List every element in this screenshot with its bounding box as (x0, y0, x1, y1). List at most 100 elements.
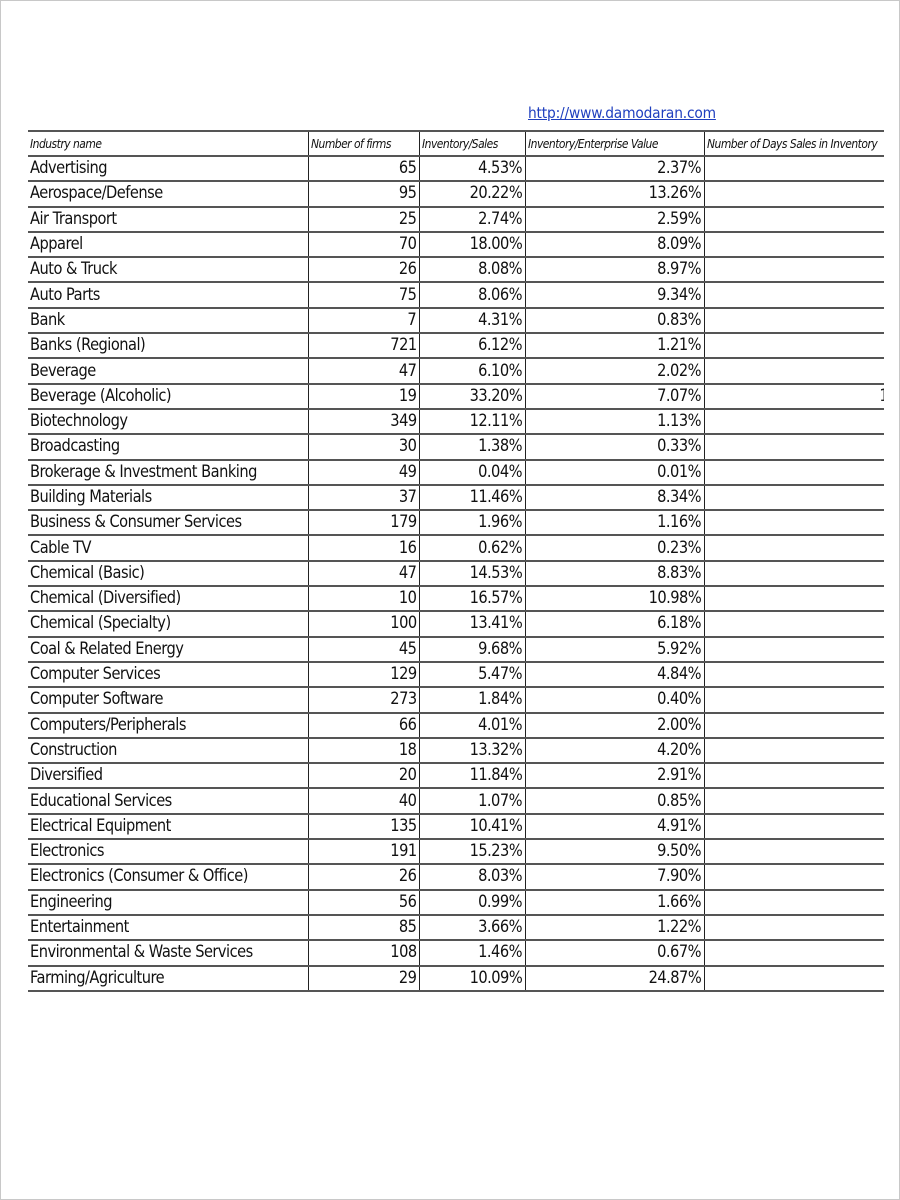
table-row: Computer Software 273 1.84% 0.40% (28, 686, 884, 714)
industry-name-cell: Computer Services (28, 660, 308, 689)
days-sales-inventory-cell (703, 281, 884, 309)
industry-name-cell: Farming/Agriculture (28, 964, 308, 992)
table-row: Chemical (Diversified) 10 16.57% 10.98% (28, 585, 884, 613)
number-of-firms-cell: 179 (307, 509, 419, 537)
inventory-ev-cell: 0.40% (524, 686, 704, 714)
inventory-ev-cell: 1.16% (524, 509, 704, 537)
number-of-firms-cell: 191 (307, 838, 419, 866)
number-of-firms-cell: 26 (307, 256, 419, 284)
number-of-firms-cell: 25 (307, 205, 419, 233)
days-sales-inventory-cell (703, 660, 884, 689)
inventory-sales-cell: 0.99% (418, 888, 525, 916)
number-of-firms-cell: 10 (307, 585, 419, 613)
days-sales-inventory-cell (703, 534, 884, 562)
inventory-ev-cell: 0.01% (524, 458, 704, 486)
table-row: Bank 7 4.31% 0.83% (28, 306, 884, 335)
days-sales-inventory-cell (703, 433, 884, 461)
number-of-firms-cell: 108 (307, 939, 419, 967)
inventory-sales-cell: 4.31% (418, 306, 525, 335)
industry-name-cell: Building Materials (28, 483, 308, 512)
industry-name-cell: Computers/Peripherals (28, 711, 308, 739)
inventory-sales-cell: 11.46% (418, 483, 525, 512)
industry-name-cell: Apparel (28, 230, 308, 259)
industry-name-cell: Broadcasting (28, 433, 308, 461)
table-row: Entertainment 85 3.66% 1.22% (28, 913, 884, 942)
days-sales-inventory-cell (703, 306, 884, 335)
industry-name-cell: Computer Software (28, 686, 308, 714)
inventory-ev-cell: 0.67% (524, 939, 704, 967)
industry-name-cell: Chemical (Diversified) (28, 585, 308, 613)
industry-name-cell: Business & Consumer Services (28, 509, 308, 537)
number-of-firms-cell: 20 (307, 762, 419, 790)
inventory-ev-cell: 2.02% (524, 357, 704, 385)
days-sales-inventory-cell (703, 610, 884, 638)
number-of-firms-cell: 47 (307, 357, 419, 385)
industry-name-cell: Electronics (Consumer & Office) (28, 863, 308, 891)
table-row: Building Materials 37 11.46% 8.34% (28, 483, 884, 512)
inventory-sales-cell: 11.84% (418, 762, 525, 790)
inventory-ev-cell: 0.85% (524, 787, 704, 815)
industry-name-cell: Construction (28, 736, 308, 765)
inventory-sales-cell: 13.41% (418, 610, 525, 638)
industry-inventory-table: Industry name Number of firms Inventory/… (28, 130, 884, 992)
inventory-sales-cell: 3.66% (418, 913, 525, 942)
days-sales-inventory-cell (703, 812, 884, 841)
table-viewport: Industry name Number of firms Inventory/… (0, 0, 884, 1200)
inventory-ev-cell: 0.23% (524, 534, 704, 562)
number-of-firms-cell: 40 (307, 787, 419, 815)
industry-name-cell: Auto & Truck (28, 256, 308, 284)
number-of-firms-cell: 721 (307, 332, 419, 360)
days-sales-inventory-cell: 1 (703, 382, 884, 410)
days-sales-inventory-cell (703, 230, 884, 259)
table-row: Air Transport 25 2.74% 2.59% (28, 205, 884, 233)
table-row: Electronics 191 15.23% 9.50% (28, 838, 884, 866)
inventory-ev-cell: 4.91% (524, 812, 704, 841)
inventory-ev-cell: 6.18% (524, 610, 704, 638)
number-of-firms-cell: 273 (307, 686, 419, 714)
inventory-sales-cell: 5.47% (418, 660, 525, 689)
inventory-ev-cell: 8.34% (524, 483, 704, 512)
inventory-ev-cell: 2.91% (524, 762, 704, 790)
days-sales-inventory-cell (703, 736, 884, 765)
inventory-ev-cell: 0.33% (524, 433, 704, 461)
table-row: Farming/Agriculture 29 10.09% 24.87% (28, 964, 884, 992)
inventory-sales-cell: 4.53% (418, 154, 525, 183)
days-sales-inventory-cell (703, 964, 884, 992)
number-of-firms-cell: 7 (307, 306, 419, 335)
table-row: Coal & Related Energy 45 9.68% 5.92% (28, 635, 884, 663)
days-sales-inventory-cell (703, 332, 884, 360)
table-row: Chemical (Specialty) 100 13.41% 6.18% (28, 610, 884, 638)
inventory-ev-cell: 8.83% (524, 559, 704, 588)
number-of-firms-cell: 19 (307, 382, 419, 410)
days-sales-inventory-cell (703, 509, 884, 537)
number-of-firms-cell: 56 (307, 888, 419, 916)
table-row: Broadcasting 30 1.38% 0.33% (28, 433, 884, 461)
table-row: Computers/Peripherals 66 4.01% 2.00% (28, 711, 884, 739)
days-sales-inventory-cell (703, 458, 884, 486)
table-row: Computer Services 129 5.47% 4.84% (28, 660, 884, 689)
inventory-sales-cell: 1.96% (418, 509, 525, 537)
industry-name-cell: Beverage (28, 357, 308, 385)
inventory-ev-cell: 1.66% (524, 888, 704, 916)
inventory-sales-cell: 16.57% (418, 585, 525, 613)
inventory-sales-cell: 8.03% (418, 863, 525, 891)
days-sales-inventory-cell (703, 256, 884, 284)
number-of-firms-cell: 100 (307, 610, 419, 638)
inventory-ev-cell: 4.20% (524, 736, 704, 765)
table-row: Educational Services 40 1.07% 0.85% (28, 787, 884, 815)
industry-name-cell: Beverage (Alcoholic) (28, 382, 308, 410)
number-of-firms-cell: 129 (307, 660, 419, 689)
inventory-sales-cell: 1.07% (418, 787, 525, 815)
table-row: Construction 18 13.32% 4.20% (28, 736, 884, 765)
industry-name-cell: Biotechnology (28, 407, 308, 436)
number-of-firms-cell: 65 (307, 154, 419, 183)
days-sales-inventory-cell (703, 711, 884, 739)
inventory-ev-cell: 2.00% (524, 711, 704, 739)
industry-name-cell: Coal & Related Energy (28, 635, 308, 663)
inventory-sales-cell: 2.74% (418, 205, 525, 233)
header-row: Industry name Number of firms Inventory/… (28, 130, 884, 157)
number-of-firms-cell: 349 (307, 407, 419, 436)
inventory-ev-cell: 24.87% (524, 964, 704, 992)
header-inventory-ev: Inventory/Enterprise Value (524, 130, 704, 157)
table-row: Biotechnology 349 12.11% 1.13% (28, 407, 884, 436)
